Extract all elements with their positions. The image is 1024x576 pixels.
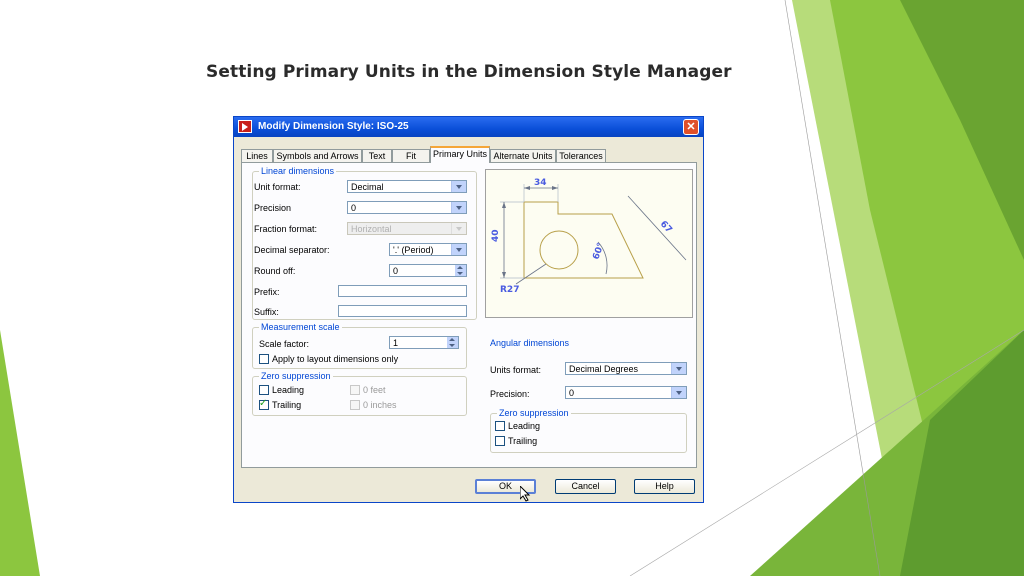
help-button[interactable]: Help xyxy=(634,479,695,494)
chevron-down-icon[interactable] xyxy=(451,181,466,192)
angular-leading-label: Leading xyxy=(508,421,541,431)
arrow-icon xyxy=(502,202,506,208)
group-label: Zero suppression xyxy=(259,371,333,381)
dialog-title: Modify Dimension Style: ISO-25 xyxy=(258,121,409,132)
scale-factor-spinner[interactable]: 1 xyxy=(389,336,459,349)
zero-feet-label: 0 feet xyxy=(363,385,386,395)
chevron-down-icon[interactable] xyxy=(451,244,466,255)
precision-value: 0 xyxy=(351,203,357,213)
group-label: Zero suppression xyxy=(497,408,571,418)
round-off-value: 0 xyxy=(393,266,399,276)
dim-text-radius: R27 xyxy=(500,285,519,295)
fraction-format-label: Fraction format: xyxy=(254,224,318,234)
primary-units-page: Linear dimensions Unit format: Decimal P… xyxy=(241,162,697,468)
chevron-down-icon xyxy=(451,223,466,234)
prefix-label: Prefix: xyxy=(254,287,280,297)
tab-symbols-and-arrows[interactable]: Symbols and Arrows xyxy=(273,149,362,162)
dim-line-diag xyxy=(627,195,687,261)
dim-text-left: 40 xyxy=(491,229,501,242)
angular-trailing-checkbox[interactable] xyxy=(495,436,505,446)
tab-text[interactable]: Text xyxy=(362,149,392,162)
angular-units-format-select[interactable]: Decimal Degrees xyxy=(565,362,687,375)
angular-leading-checkbox[interactable] xyxy=(495,421,505,431)
round-off-spinner[interactable]: 0 xyxy=(389,264,467,277)
close-icon[interactable]: ✕ xyxy=(683,119,699,135)
angular-precision-select[interactable]: 0 xyxy=(565,386,687,399)
tab-tolerances[interactable]: Tolerances xyxy=(556,149,606,162)
dimension-preview: 34 40 67 60° R27 xyxy=(485,169,693,318)
group-label: Measurement scale xyxy=(259,322,342,332)
decimal-separator-value: '.' (Period) xyxy=(393,245,434,255)
fraction-format-select: Horizontal xyxy=(347,222,467,235)
prefix-input[interactable] xyxy=(338,285,467,297)
dim-text-top: 34 xyxy=(534,178,547,188)
angular-dimensions-label: Angular dimensions xyxy=(490,338,570,348)
mouse-cursor-icon xyxy=(520,486,531,502)
slide-title: Setting Primary Units in the Dimension S… xyxy=(206,62,732,82)
fraction-format-value: Horizontal xyxy=(351,224,392,234)
zero-feet-checkbox xyxy=(350,385,360,395)
arrow-icon xyxy=(552,186,558,190)
angular-precision-label: Precision: xyxy=(490,389,530,399)
angular-precision-value: 0 xyxy=(569,388,575,398)
zero-suppression-group: Zero suppression xyxy=(252,371,467,416)
decimal-separator-select[interactable]: '.' (Period) xyxy=(389,243,467,256)
preview-circle xyxy=(539,230,579,270)
trailing-label: Trailing xyxy=(272,400,302,410)
zero-inches-label: 0 inches xyxy=(363,400,397,410)
scale-factor-value: 1 xyxy=(393,338,399,348)
tab-primary-units[interactable]: Primary Units xyxy=(430,146,490,163)
chevron-down-icon[interactable] xyxy=(451,202,466,213)
decor-left-sliver xyxy=(0,330,40,576)
leading-label: Leading xyxy=(272,385,305,395)
tab-fit[interactable]: Fit xyxy=(392,149,430,162)
unit-format-label: Unit format: xyxy=(254,182,301,192)
decimal-separator-label: Decimal separator: xyxy=(254,245,330,255)
apply-layout-label: Apply to layout dimensions only xyxy=(272,354,399,364)
precision-label: Precision xyxy=(254,203,292,213)
dialog-titlebar[interactable]: Modify Dimension Style: ISO-25 ✕ xyxy=(234,117,703,137)
group-label: Linear dimensions xyxy=(259,166,337,176)
round-off-label: Round off: xyxy=(254,266,296,276)
trailing-checkbox[interactable]: ✓ xyxy=(259,398,269,410)
unit-format-select[interactable]: Decimal xyxy=(347,180,467,193)
modify-dimension-style-dialog: Modify Dimension Style: ISO-25 ✕ Lines S… xyxy=(233,116,704,503)
angular-zero-suppression-group: Zero suppression xyxy=(490,408,687,453)
check-icon: ✓ xyxy=(259,398,268,409)
arrow-icon xyxy=(524,186,530,190)
cancel-button[interactable]: Cancel xyxy=(555,479,616,494)
zero-inches-checkbox xyxy=(350,400,360,410)
chevron-down-icon[interactable] xyxy=(671,387,686,398)
unit-format-value: Decimal xyxy=(351,182,384,192)
scale-factor-label: Scale factor: xyxy=(259,339,310,349)
precision-select[interactable]: 0 xyxy=(347,201,467,214)
preview-drawing: 34 40 67 60° R27 xyxy=(491,178,687,295)
radius-leader xyxy=(515,263,547,285)
tab-lines[interactable]: Lines xyxy=(241,149,273,162)
spinner-arrows-icon[interactable] xyxy=(455,265,466,276)
autocad-app-icon xyxy=(238,120,252,133)
arrow-icon xyxy=(502,272,506,278)
angular-units-format-value: Decimal Degrees xyxy=(569,364,639,374)
units-format-label: Units format: xyxy=(490,365,542,375)
angular-trailing-label: Trailing xyxy=(508,436,538,446)
suffix-input[interactable] xyxy=(338,305,467,317)
dim-text-diag: 67 xyxy=(658,219,674,235)
apply-layout-checkbox[interactable] xyxy=(259,354,269,364)
leading-checkbox[interactable] xyxy=(259,385,269,395)
spinner-arrows-icon[interactable] xyxy=(447,337,458,348)
chevron-down-icon[interactable] xyxy=(671,363,686,374)
tab-alternate-units[interactable]: Alternate Units xyxy=(490,149,556,162)
suffix-label: Suffix: xyxy=(254,307,279,317)
